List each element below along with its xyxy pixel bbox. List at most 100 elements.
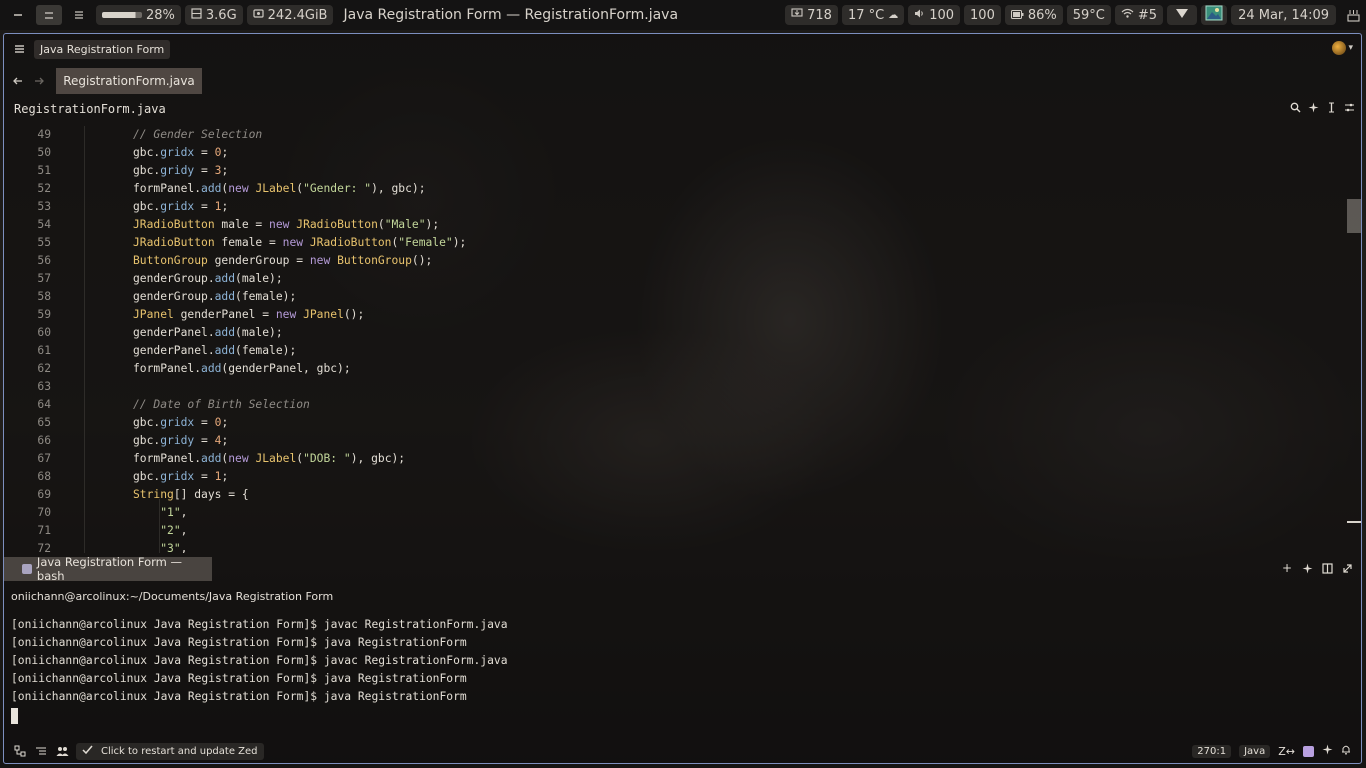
image-viewer-tray[interactable] (1201, 5, 1228, 25)
code-line[interactable]: 69 String[] days = { (4, 486, 1344, 504)
project-name[interactable]: Java Registration Form (34, 39, 171, 59)
temperature-value: 59°C (1072, 7, 1105, 23)
code-line[interactable]: 56 ButtonGroup genderGroup = new ButtonGr… (4, 252, 1344, 270)
code-token: (); (343, 308, 365, 321)
window-titlebar: Java Registration Form ▾ (4, 34, 1361, 64)
line-number: 52 (37, 182, 51, 195)
code-text: JRadioButton male = new JRadioButton("Ma… (133, 216, 439, 234)
hamburger-icon[interactable] (10, 39, 28, 59)
code-line[interactable]: 63 (4, 378, 1344, 396)
sparkle-icon[interactable] (1322, 744, 1333, 758)
updates-indicator[interactable]: 718 (785, 5, 838, 25)
line-number: 68 (37, 470, 51, 483)
code-line[interactable]: 72 "3", (4, 540, 1344, 553)
code-line[interactable]: 53 gbc.gridx = 1; (4, 198, 1344, 216)
settings-icon[interactable] (1343, 101, 1355, 113)
code-line[interactable]: 55 JRadioButton female = new JRadioButton… (4, 234, 1344, 252)
editor-scrollbar-thumb[interactable] (1347, 199, 1361, 233)
code-line[interactable]: 52 formPanel.add(new JLabel("Gender: "), … (4, 180, 1344, 198)
project-panel-icon[interactable] (12, 743, 28, 759)
copilot-icon[interactable] (1303, 745, 1314, 757)
code-text: genderPanel.add(male); (133, 324, 283, 342)
vpn-icon (1175, 7, 1189, 23)
code-text: formPanel.add(new JLabel("DOB: "), gbc); (133, 450, 405, 468)
collab-icon[interactable] (54, 743, 70, 759)
wifi-indicator[interactable]: #5 (1114, 5, 1164, 25)
volume-indicator[interactable]: 100 (908, 5, 961, 25)
code-line[interactable]: 60 genderPanel.add(male); (4, 324, 1344, 342)
code-line[interactable]: 67 formPanel.add(new JLabel("DOB: "), gbc… (4, 450, 1344, 468)
battery-indicator[interactable]: 86% (1004, 5, 1063, 25)
code-text: "2", (133, 522, 187, 540)
code-line[interactable]: 49 // Gender Selection (4, 126, 1344, 144)
terminal-lines: [oniichann@arcolinux Java Registration F… (11, 616, 1341, 706)
code-text: ButtonGroup genderGroup = new ButtonGrou… (133, 252, 432, 270)
minimize-icon[interactable] (4, 5, 32, 25)
disk-usage[interactable]: 242.4GiB (246, 5, 334, 25)
breadcrumb-file[interactable]: RegistrationForm.java (14, 102, 166, 116)
cursor-icon[interactable] (1325, 101, 1337, 113)
sparkle-icon[interactable] (1301, 562, 1313, 574)
code-token: genderGroup. (133, 272, 215, 285)
code-token: (genderPanel, gbc); (221, 362, 351, 375)
code-line[interactable]: 70 "1", (4, 504, 1344, 522)
code-line[interactable]: 71 "2", (4, 522, 1344, 540)
code-token: ( (377, 218, 385, 231)
forward-arrow-icon[interactable] (30, 72, 48, 90)
code-text: formPanel.add(genderPanel, gbc); (133, 360, 351, 378)
notification-icon[interactable] (1344, 5, 1362, 25)
clock[interactable]: 24 Mar, 14:09 (1231, 5, 1336, 25)
code-line[interactable]: 59 JPanel genderPanel = new JPanel(); (4, 306, 1344, 324)
weather-indicator[interactable]: 17 °C ☁ (841, 5, 905, 25)
code-line[interactable]: 64 // Date of Birth Selection (4, 396, 1344, 414)
code-line[interactable]: 57 genderGroup.add(male); (4, 270, 1344, 288)
language-selector[interactable]: Java (1239, 744, 1271, 758)
vpn-indicator[interactable] (1167, 5, 1198, 25)
terminal-tab[interactable]: Java Registration Form — bash (4, 555, 212, 583)
line-number: 66 (37, 434, 51, 447)
brightness-indicator[interactable]: 100 (964, 5, 1001, 25)
code-text: JRadioButton female = new JRadioButton("… (133, 234, 466, 252)
code-text: gbc.gridx = 0; (133, 414, 228, 432)
outline-icon[interactable] (33, 743, 49, 759)
code-token: [] days = { (173, 488, 249, 501)
code-line[interactable]: 62 formPanel.add(genderPanel, gbc); (4, 360, 1344, 378)
cpu-usage[interactable]: 28% (96, 5, 181, 25)
search-icon[interactable] (1289, 101, 1301, 113)
code-line[interactable]: 51 gbc.gridy = 3; (4, 162, 1344, 180)
terminal-line: [oniichann@arcolinux Java Registration F… (11, 654, 508, 667)
cursor-position[interactable]: 270:1 (1192, 744, 1232, 758)
terminal-cwd-title: oniichann@arcolinux:~/Documents/Java Reg… (11, 590, 334, 603)
split-icon[interactable] (1321, 562, 1333, 574)
code-token: new (275, 308, 297, 321)
workspace-icon[interactable] (36, 5, 62, 25)
plus-icon[interactable]: + (1281, 561, 1293, 575)
user-avatar[interactable]: ▾ (1332, 41, 1353, 55)
line-number: 70 (37, 506, 51, 519)
code-line[interactable]: 66 gbc.gridy = 4; (4, 432, 1344, 450)
battery-value: 86% (1027, 7, 1057, 23)
code-line[interactable]: 68 gbc.gridx = 1; (4, 468, 1344, 486)
code-line[interactable]: 61 genderPanel.add(female); (4, 342, 1344, 360)
code-token: add (201, 362, 222, 375)
editor-window: Java Registration Form ▾ RegistrationFor… (3, 33, 1362, 764)
terminal-output[interactable]: oniichann@arcolinux:~/Documents/Java Reg… (11, 590, 1341, 724)
maximize-icon[interactable] (1341, 562, 1353, 574)
code-token: JLabel (255, 452, 297, 465)
bell-icon[interactable] (1341, 744, 1351, 758)
tab-registrationform-java[interactable]: RegistrationForm.java (56, 67, 202, 94)
code-line[interactable]: 65 gbc.gridx = 0; (4, 414, 1344, 432)
sparkle-icon[interactable] (1307, 101, 1319, 113)
code-token: = (194, 200, 215, 213)
code-line[interactable]: 54 JRadioButton male = new JRadioButton("… (4, 216, 1344, 234)
memory-usage[interactable]: 3.6G (184, 5, 243, 25)
update-zed-button[interactable]: Click to restart and update Zed (76, 742, 264, 760)
vim-mode-icon[interactable]: Z↔ (1278, 745, 1295, 758)
code-line[interactable]: 50 gbc.gridx = 0; (4, 144, 1344, 162)
code-line[interactable]: 58 genderGroup.add(female); (4, 288, 1344, 306)
temperature-indicator[interactable]: 59°C (1066, 5, 1111, 25)
code-editor[interactable]: 49 // Gender Selection 50 gbc.gridx = 0; 51 g… (4, 126, 1344, 553)
back-arrow-icon[interactable] (8, 72, 26, 90)
menu-icon[interactable] (66, 5, 92, 25)
